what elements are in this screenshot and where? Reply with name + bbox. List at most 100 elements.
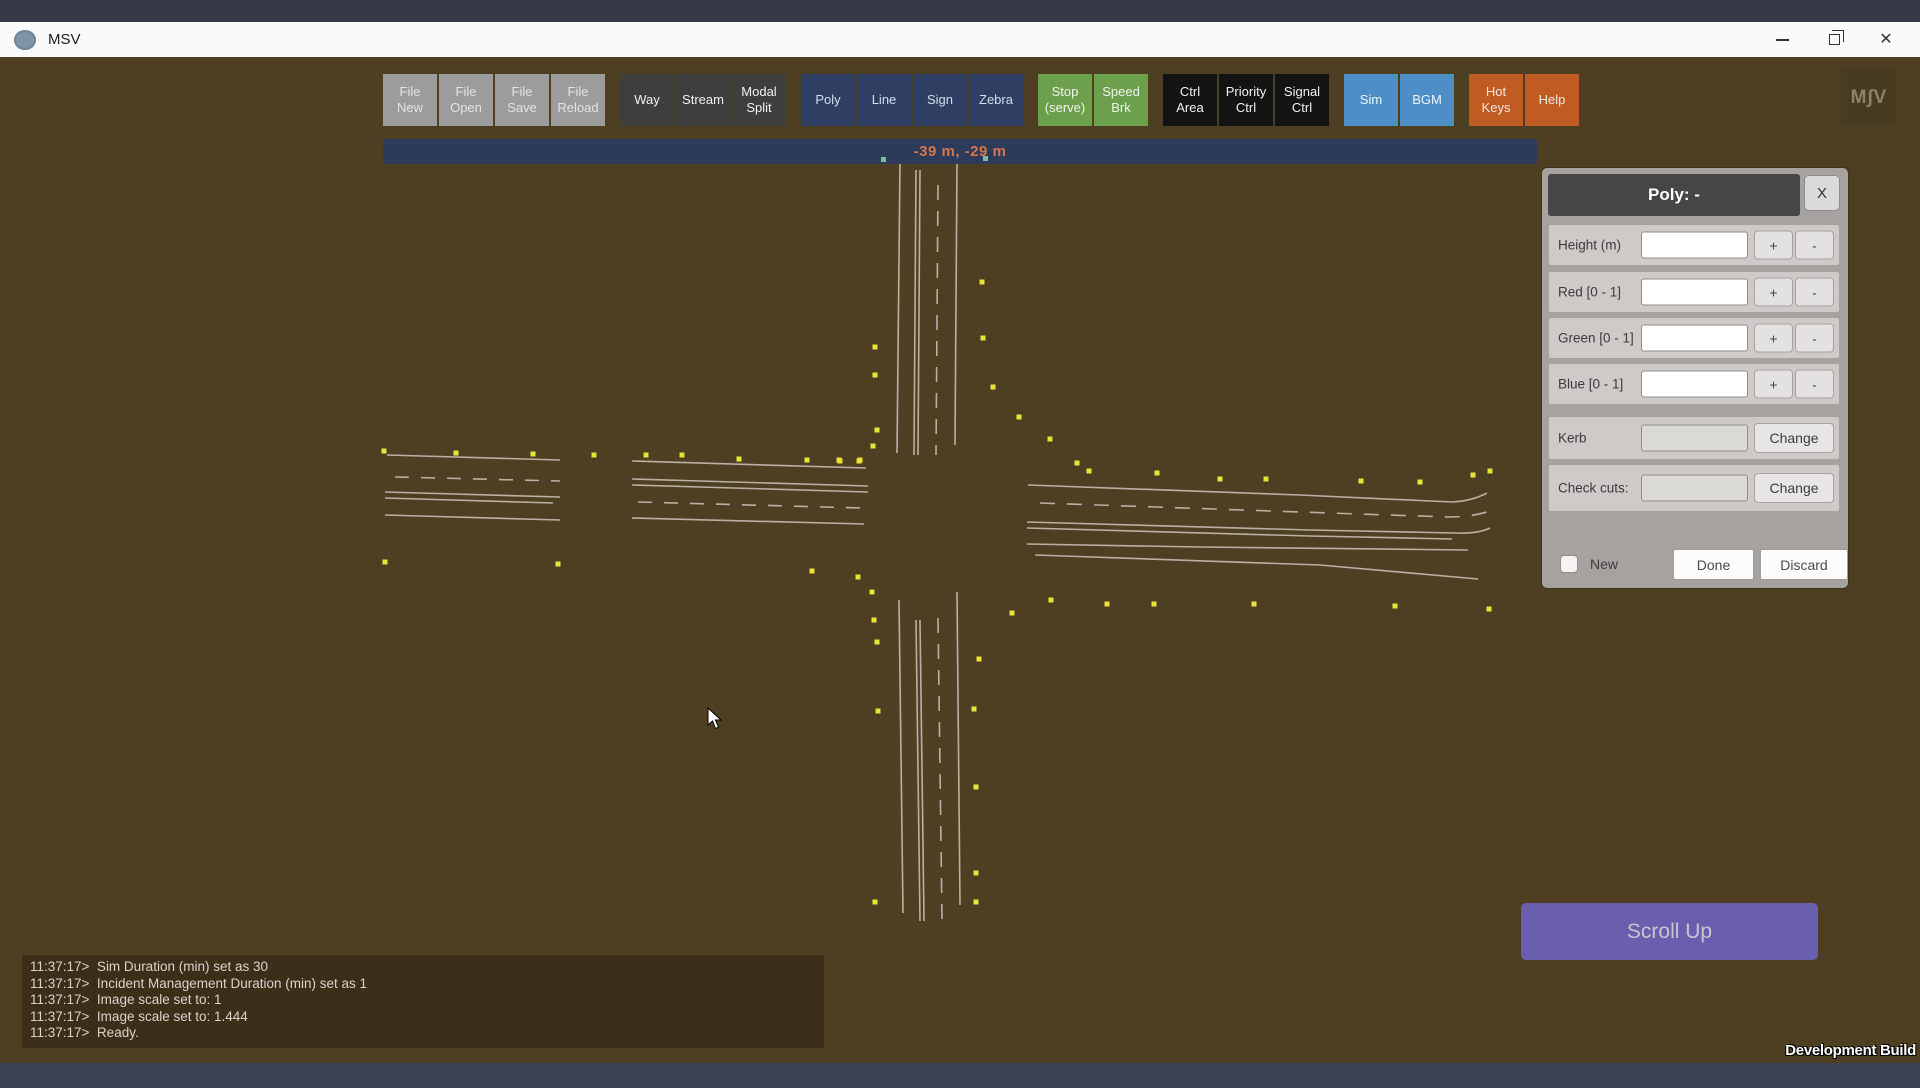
console-log: 11:37:17> Sim Duration (min) set as 30 11… <box>22 955 824 1048</box>
map-node-marker <box>453 450 459 456</box>
close-icon: ✕ <box>1879 30 1893 48</box>
height-input[interactable] <box>1641 231 1748 259</box>
red-input[interactable] <box>1641 278 1748 306</box>
check-cuts-label: Check cuts: <box>1558 480 1629 496</box>
toolbar-button-modal-split[interactable]: Modal Split <box>732 74 786 126</box>
toolbar-button-speed-brk[interactable]: Speed Brk <box>1094 74 1148 126</box>
toolbar-button-line[interactable]: Line <box>857 74 911 126</box>
toolbar-button-priority-ctrl[interactable]: Priority Ctrl <box>1219 74 1273 126</box>
map-node-marker <box>643 452 649 458</box>
green-plus-button[interactable]: + <box>1754 323 1793 353</box>
toolbar-button-bgm[interactable]: BGM <box>1400 74 1454 126</box>
toolbar-button-file-reload[interactable]: File Reload <box>551 74 605 126</box>
minimize-button[interactable] <box>1756 22 1808 57</box>
maximize-button[interactable] <box>1808 22 1860 57</box>
blue-minus-button[interactable]: - <box>1795 369 1834 399</box>
toolbar-button-hot-keys[interactable]: Hot Keys <box>1469 74 1523 126</box>
app-window: MSV ✕ File New File Open File Save File … <box>0 0 1920 1088</box>
green-minus-button[interactable]: - <box>1795 323 1834 353</box>
toolbar: File New File Open File Save File Reload Way… <box>383 74 1581 126</box>
poly-dialog-close-button[interactable]: X <box>1804 175 1840 211</box>
map-handle-marker <box>983 156 988 161</box>
red-row: Red [0 - 1] + - <box>1549 272 1839 312</box>
map-node-marker <box>1048 597 1054 603</box>
toolbar-button-stop-serve[interactable]: Stop (serve) <box>1038 74 1092 126</box>
app-icon <box>14 29 36 50</box>
discard-button[interactable]: Discard <box>1760 549 1848 580</box>
map-node-marker <box>1086 468 1092 474</box>
window-controls: ✕ <box>1756 22 1912 57</box>
console-line: 11:37:17> Image scale set to: 1 <box>30 992 222 1007</box>
green-label: Green [0 - 1] <box>1558 330 1634 346</box>
map-node-marker <box>973 870 979 876</box>
toolbar-button-file-save[interactable]: File Save <box>495 74 549 126</box>
minimize-icon <box>1775 38 1789 41</box>
map-node-marker <box>1486 606 1492 612</box>
toolbar-button-sim[interactable]: Sim <box>1344 74 1398 126</box>
toolbar-button-stream[interactable]: Stream <box>676 74 730 126</box>
blue-input[interactable] <box>1641 370 1748 398</box>
map-node-marker <box>971 706 977 712</box>
console-line: 11:37:17> Incident Management Duration (… <box>30 975 368 991</box>
map-node-marker <box>870 443 876 449</box>
map-viewport[interactable]: File New File Open File Save File Reload Way… <box>0 57 1920 1063</box>
toolbar-button-file-open[interactable]: File Open <box>439 74 493 126</box>
done-button[interactable]: Done <box>1673 549 1754 580</box>
scroll-up-button[interactable]: Scroll Up <box>1521 903 1818 960</box>
close-button[interactable]: ✕ <box>1860 22 1912 57</box>
map-node-marker <box>1392 603 1398 609</box>
green-input[interactable] <box>1641 324 1748 352</box>
map-node-marker <box>872 899 878 905</box>
top-strip <box>0 0 1920 22</box>
map-node-marker <box>1358 478 1364 484</box>
height-minus-button[interactable]: - <box>1795 230 1834 260</box>
map-node-marker <box>1217 476 1223 482</box>
height-plus-button[interactable]: + <box>1754 230 1793 260</box>
toolbar-button-signal-ctrl[interactable]: Signal Ctrl <box>1275 74 1329 126</box>
check-cuts-change-button[interactable]: Change <box>1754 473 1834 503</box>
map-node-marker <box>874 427 880 433</box>
map-node-marker <box>872 344 878 350</box>
check-cuts-input[interactable] <box>1641 474 1748 502</box>
map-node-marker <box>973 784 979 790</box>
window-title: MSV <box>48 31 81 48</box>
new-checkbox[interactable] <box>1560 555 1578 573</box>
road-lines <box>384 162 1491 922</box>
map-node-marker <box>1074 460 1080 466</box>
map-node-marker <box>973 899 979 905</box>
mouse-cursor-icon <box>707 707 723 730</box>
bottom-strip <box>0 1063 1920 1088</box>
map-node-marker <box>679 452 685 458</box>
development-build-label: Development Build <box>1785 1042 1916 1059</box>
blue-plus-button[interactable]: + <box>1754 369 1793 399</box>
map-node-marker <box>804 457 810 463</box>
check-cuts-row: Check cuts: Change <box>1549 465 1839 511</box>
toolbar-button-file-new[interactable]: File New <box>383 74 437 126</box>
map-node-marker <box>382 559 388 565</box>
toolbar-button-way[interactable]: Way <box>620 74 674 126</box>
coordinate-bar: -39 m, -29 m <box>383 139 1537 164</box>
red-minus-button[interactable]: - <box>1795 277 1834 307</box>
toolbar-button-zebra[interactable]: Zebra <box>969 74 1023 126</box>
toolbar-button-sign[interactable]: Sign <box>913 74 967 126</box>
title-bar: MSV ✕ <box>0 22 1920 57</box>
map-node-marker <box>990 384 996 390</box>
kerb-change-button[interactable]: Change <box>1754 423 1834 453</box>
red-plus-button[interactable]: + <box>1754 277 1793 307</box>
map-node-marker <box>1487 468 1493 474</box>
map-node-marker <box>1151 601 1157 607</box>
map-node-marker <box>976 656 982 662</box>
toolbar-button-help[interactable]: Help <box>1525 74 1579 126</box>
new-checkbox-label: New <box>1590 556 1619 572</box>
kerb-input[interactable] <box>1641 424 1748 452</box>
kerb-label: Kerb <box>1558 430 1587 446</box>
map-node-marker <box>856 458 862 464</box>
toolbar-button-ctrl-area[interactable]: Ctrl Area <box>1163 74 1217 126</box>
toolbar-button-poly[interactable]: Poly <box>801 74 855 126</box>
map-node-marker <box>555 561 561 567</box>
height-row: Height (m) + - <box>1549 225 1839 265</box>
map-node-marker <box>1154 470 1160 476</box>
console-line: 11:37:17> Image scale set to: 1.444 <box>30 1008 248 1024</box>
map-node-marker <box>872 372 878 378</box>
map-node-marker <box>979 279 985 285</box>
